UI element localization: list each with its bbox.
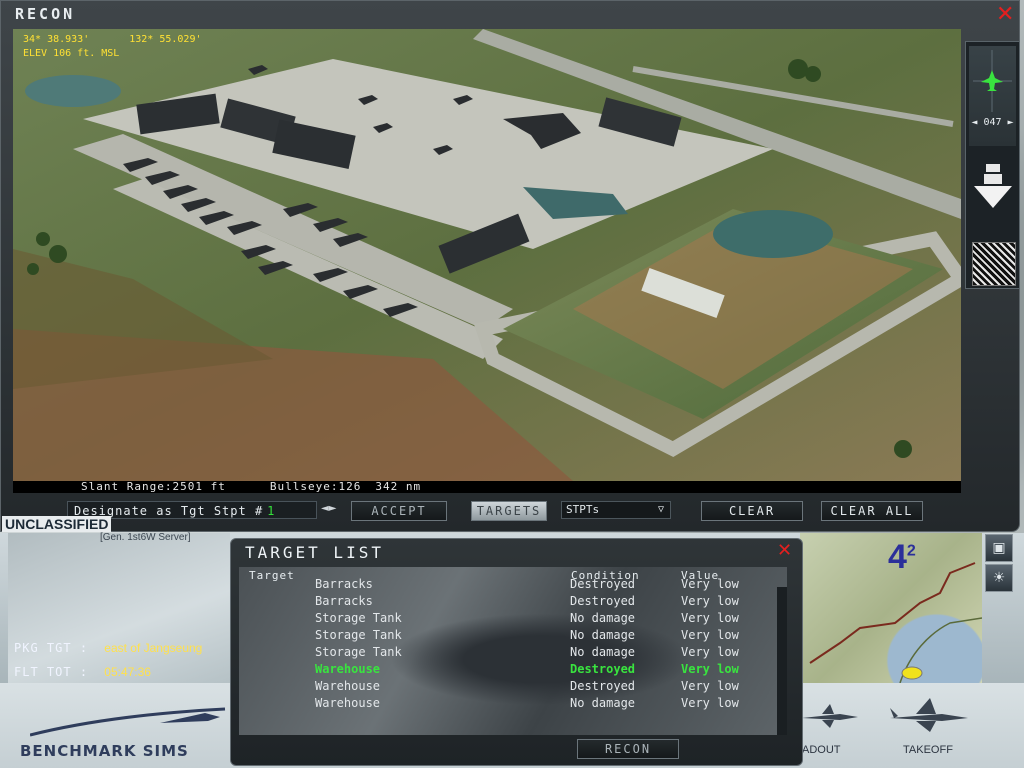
target-condition-cell: Destroyed — [570, 662, 636, 676]
view-control-panel: ◄ 047 ► — [965, 41, 1020, 289]
pkg-tgt-label: PKG TGT — [14, 641, 72, 655]
target-target-cell: Storage Tank — [315, 628, 402, 642]
takeoff-label[interactable]: TAKEOFF — [903, 744, 953, 756]
target-list: Barracks Destroyed Very low Barracks Destroy… — [315, 577, 775, 713]
dropdown-caret-icon: ▽ — [657, 504, 664, 515]
target-row[interactable]: Storage Tank No damage Very low — [315, 645, 775, 662]
target-condition-cell: Destroyed — [570, 679, 636, 693]
target-value-cell: Very low — [681, 662, 739, 676]
map-grid-number: 42 — [888, 538, 916, 576]
target-value-cell: Very low — [681, 611, 739, 625]
terrain-view — [13, 29, 961, 481]
clear-all-button[interactable]: CLEAR ALL — [821, 501, 923, 521]
target-row[interactable]: Warehouse Destroyed Very low — [315, 679, 775, 696]
close-icon[interactable]: ✕ — [996, 4, 1014, 26]
flt-tot-label: FLT TOT — [14, 665, 72, 679]
logo-jet-icon — [30, 707, 226, 737]
target-row[interactable]: Warehouse No damage Very low — [315, 696, 775, 713]
elevation-readout: ELEV 106 ft. MSL — [23, 48, 120, 59]
target-value-cell: Very low — [681, 696, 739, 710]
latitude-readout: 34* 38.933' — [23, 34, 90, 45]
takeoff-jet-icon[interactable] — [886, 694, 972, 734]
target-condition-cell: No damage — [570, 645, 636, 659]
recon-window: RECON ✕ 34* 38.933' 132* 55.029' ELEV 10… — [0, 0, 1020, 532]
recon-button[interactable]: RECON — [577, 739, 679, 759]
clear-button[interactable]: CLEAR — [701, 501, 803, 521]
target-list-title: TARGET LIST — [245, 543, 384, 562]
target-target-cell: Warehouse — [315, 696, 381, 710]
loadout-jet-icon[interactable] — [800, 700, 860, 730]
target-target-cell: Storage Tank — [315, 645, 402, 659]
target-row[interactable]: Storage Tank No damage Very low — [315, 628, 775, 645]
target-target-cell: Barracks — [315, 577, 373, 591]
target-condition-cell: No damage — [570, 628, 636, 642]
target-condition-cell: No damage — [570, 611, 636, 625]
pkg-tgt-value: east of Jangseung — [104, 641, 203, 655]
recon-viewport[interactable]: 34* 38.933' 132* 55.029' ELEV 106 ft. MSL — [13, 29, 961, 481]
compass-aircraft-icon — [973, 50, 1012, 112]
longitude-readout: 132* 55.029' — [129, 34, 202, 45]
server-note: [Gen. 1st6W Server] — [100, 532, 191, 543]
target-value-cell: Very low — [681, 645, 739, 659]
target-value-cell: Very low — [681, 628, 739, 642]
close-icon[interactable]: ✕ — [777, 542, 792, 560]
accept-button[interactable]: ACCEPT — [351, 501, 447, 521]
pkg-tgt-line: PKG TGT : east of Jangseung — [14, 641, 203, 655]
steerpoint-spinner[interactable]: ◄► — [321, 503, 336, 514]
target-target-cell: Warehouse — [315, 662, 381, 676]
targets-button[interactable]: TARGETS — [471, 501, 547, 521]
steerpoints-dropdown-value: STPTs — [566, 503, 600, 516]
benchmark-sims-logo: BENCHMARK SIMS — [20, 742, 189, 760]
target-target-cell: Warehouse — [315, 679, 381, 693]
briefing-photo — [8, 533, 230, 683]
compass[interactable] — [969, 46, 1016, 146]
window-icon[interactable]: ▣ — [985, 534, 1013, 562]
unclassified-banner: UNCLASSIFIED — [2, 516, 112, 532]
heading-readout[interactable]: ◄ 047 ► — [966, 117, 1019, 128]
recon-title: RECON — [15, 5, 76, 23]
bullseye-distance-readout: 342 nm — [375, 480, 422, 493]
steerpoints-dropdown[interactable]: STPTs ▽ — [561, 501, 671, 519]
down-arrow-icon[interactable] — [972, 162, 1014, 210]
target-list-window: TARGET LIST ✕ Target Condition Value Bar… — [230, 538, 803, 766]
bullseye-readout: Bullseye:126 — [269, 480, 362, 493]
target-target-cell: Storage Tank — [315, 611, 402, 625]
recon-thumbnail-icon[interactable] — [972, 242, 1016, 286]
status-bar: Slant Range:2501 ft Bullseye:126 342 nm — [13, 481, 961, 493]
column-header-target[interactable]: Target — [249, 569, 295, 582]
weather-icon[interactable]: ☀ — [985, 564, 1013, 592]
loadout-label[interactable]: ADOUT — [802, 744, 841, 756]
target-target-cell: Barracks — [315, 594, 373, 608]
target-value-cell: Very low — [681, 679, 739, 693]
flt-tot-value: 05:47:36 — [104, 665, 151, 679]
steerpoint-number: 1 — [267, 504, 276, 518]
target-list-scrollbar[interactable] — [777, 587, 787, 735]
flt-tot-line: FLT TOT : 05:47:36 — [14, 665, 151, 679]
target-condition-cell: No damage — [570, 696, 636, 710]
target-row[interactable]: Barracks Destroyed Very low — [315, 577, 775, 594]
coordinate-readout: 34* 38.933' 132* 55.029' ELEV 106 ft. MSL — [23, 33, 241, 61]
target-value-cell: Very low — [681, 577, 739, 591]
target-condition-cell: Destroyed — [570, 594, 636, 608]
target-value-cell: Very low — [681, 594, 739, 608]
target-condition-cell: Destroyed — [570, 577, 636, 591]
target-row[interactable]: Warehouse Destroyed Very low — [315, 662, 775, 679]
target-row[interactable]: Barracks Destroyed Very low — [315, 594, 775, 611]
target-row[interactable]: Storage Tank No damage Very low — [315, 611, 775, 628]
slant-range-readout: Slant Range:2501 ft — [81, 480, 226, 493]
